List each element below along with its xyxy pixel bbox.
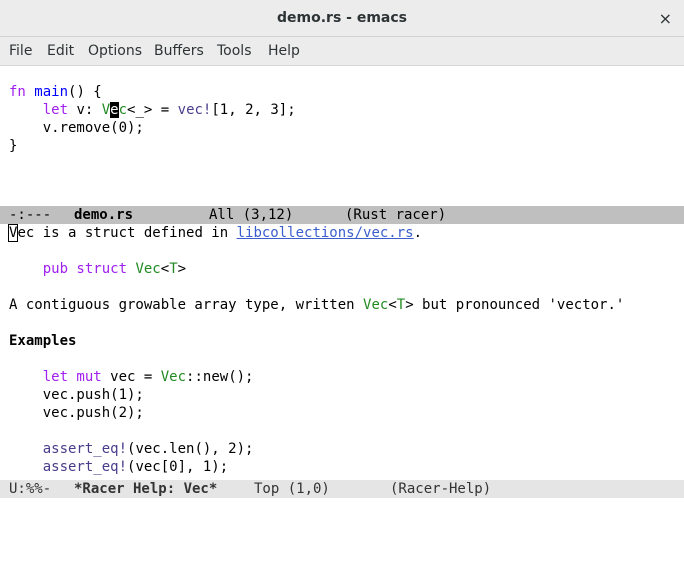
close-icon[interactable]: × xyxy=(659,9,672,28)
help-buffer-name[interactable]: *Racer Help: Vec* xyxy=(74,480,217,498)
title-bar: demo.rs - emacs × xyxy=(0,0,684,37)
major-mode[interactable]: (Rust racer) xyxy=(345,206,446,224)
code-line-2: let v: Vec<_> = vec![1, 2, 3]; xyxy=(42,102,296,118)
help-heading-examples: Examples xyxy=(9,333,77,349)
menu-buffers[interactable]: Buffers xyxy=(154,43,204,59)
menu-bar: File Edit Options Buffers Tools Help xyxy=(0,37,684,66)
help-line-description: A contiguous growable array type, writte… xyxy=(9,297,625,313)
help-line-example-3: vec.push(2); xyxy=(9,405,144,421)
minibuffer[interactable] xyxy=(0,498,684,517)
help-line-example-2: vec.push(1); xyxy=(9,387,144,403)
code-line-4: } xyxy=(9,138,18,154)
buffer-status: -:--- xyxy=(9,207,52,223)
code-line-1: fn main() { xyxy=(9,84,102,100)
help-line-1: Vec is a struct defined in libcollection… xyxy=(7,224,423,242)
source-link[interactable]: libcollections/vec.rs xyxy=(237,225,414,241)
buffer-name[interactable]: demo.rs xyxy=(74,206,133,224)
text-cursor: e xyxy=(110,102,119,118)
help-major-mode[interactable]: (Racer-Help) xyxy=(390,480,491,498)
menu-options[interactable]: Options xyxy=(88,43,142,59)
menu-help[interactable]: Help xyxy=(268,43,300,59)
code-line-3: v.remove(0); xyxy=(9,120,144,136)
help-window[interactable]: Vec is a struct defined in libcollection… xyxy=(0,224,684,480)
help-line-example-5: assert_eq!(vec[0], 1); xyxy=(42,459,229,475)
help-line-example-1: let mut vec = Vec::new(); xyxy=(42,369,254,385)
help-line-example-4: assert_eq!(vec.len(), 2); xyxy=(42,441,254,457)
mode-line-editor[interactable]: -:--- demo.rs All (3,12) (Rust racer) xyxy=(0,206,684,224)
help-buffer-status: U:%%- xyxy=(9,481,52,497)
cursor-position: All (3,12) xyxy=(209,207,294,223)
mode-line-help[interactable]: U:%%- *Racer Help: Vec* Top (1,0) (Racer… xyxy=(0,480,684,498)
editor-window[interactable]: fn main() { let v: Vec<_> = vec![1, 2, 3… xyxy=(0,66,684,206)
menu-tools[interactable]: Tools xyxy=(217,43,252,59)
help-cursor-position: Top (1,0) xyxy=(254,481,330,497)
menu-edit[interactable]: Edit xyxy=(47,43,74,59)
window-title: demo.rs - emacs xyxy=(277,10,407,26)
help-line-struct: pub struct Vec<T> xyxy=(42,261,187,277)
menu-file[interactable]: File xyxy=(9,43,32,59)
